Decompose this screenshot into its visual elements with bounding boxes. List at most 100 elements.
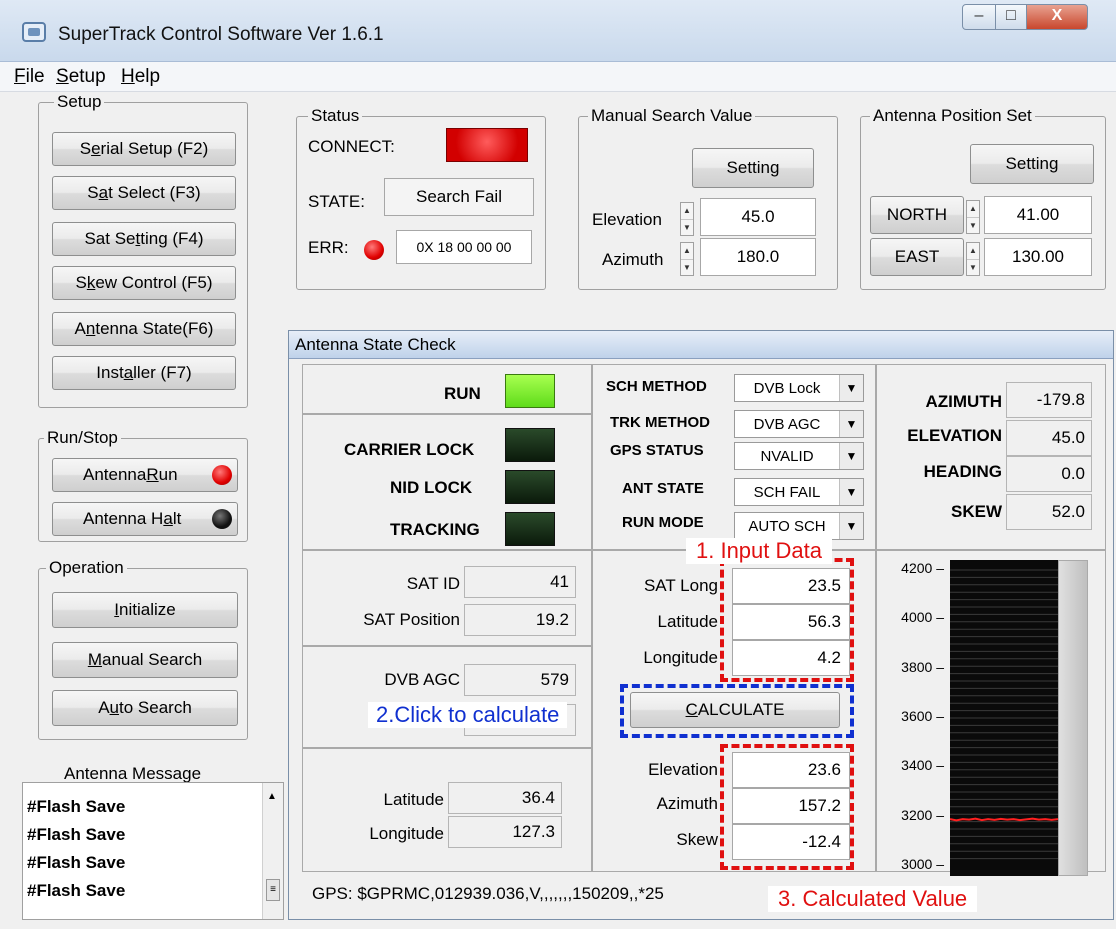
list-item: #Flash Save (27, 797, 126, 816)
azimuth-spinner[interactable]: ▲ ▼ (680, 242, 694, 276)
err-value: 0X 18 00 00 00 (396, 230, 532, 264)
chevron-down-icon[interactable]: ▼ (839, 513, 863, 539)
list-item: #Flash Save (27, 881, 126, 900)
close-button[interactable]: X (1026, 4, 1088, 30)
sat-position-value: 19.2 (464, 604, 576, 636)
ant-state-label: ANT STATE (622, 480, 704, 497)
sat-select-button[interactable]: Sat Select (F3) (52, 176, 236, 210)
maximize-button[interactable]: □ (995, 4, 1027, 30)
menu-setup[interactable]: Setup (56, 66, 106, 88)
chevron-down-icon[interactable]: ▼ (839, 443, 863, 469)
run-led (505, 374, 555, 408)
scroll-up-icon[interactable]: ▲ (267, 791, 277, 802)
manual-search-setting-button[interactable]: Setting (692, 148, 814, 188)
gps-status-value: NVALID (760, 447, 814, 465)
latitude-value: 36.4 (448, 782, 562, 814)
sat-setting-button[interactable]: Sat Se t ting (F4) (52, 222, 236, 256)
elevation-input[interactable]: 45.0 (700, 198, 816, 236)
elevation-spinner[interactable]: ▲ ▼ (680, 202, 694, 236)
antenna-message-list[interactable]: #Flash Save #Flash Save #Flash Save #Fla… (22, 782, 284, 920)
message-scrollbar[interactable]: ▲ ≡ (262, 783, 283, 919)
heading-readout: 0.0 (1006, 456, 1092, 492)
menu-file[interactable]: File (14, 66, 45, 88)
installer-button[interactable]: Inst a ller (F7) (52, 356, 236, 390)
nid-lock-label: NID LOCK (390, 478, 473, 497)
antenna-halt-button[interactable]: Antenna Ha lt (52, 502, 238, 536)
spin-up-icon[interactable]: ▲ (967, 201, 979, 218)
antenna-state-button[interactable]: An tenna State(F6) (52, 312, 236, 346)
trk-method-value: DVB AGC (753, 415, 821, 433)
initialize-button[interactable]: Initialize (52, 592, 238, 628)
north-spinner[interactable]: ▲ ▼ (966, 200, 980, 234)
state-value: Search Fail (384, 178, 534, 216)
sch-method-select[interactable]: DVB Lock ▼ (734, 374, 864, 402)
nid-lock-led (505, 470, 555, 504)
chevron-down-icon[interactable]: ▼ (839, 375, 863, 401)
app-icon (22, 22, 46, 42)
antenna-position-setting-button[interactable]: Setting (970, 144, 1094, 184)
carrier-lock-label: CARRIER LOCK (344, 440, 475, 459)
north-button[interactable]: NORTH (870, 196, 964, 234)
east-button[interactable]: EAST (870, 238, 964, 276)
spin-down-icon[interactable]: ▼ (681, 260, 693, 276)
err-indicator-icon (364, 240, 384, 260)
chart-y-tick-label: 3400 – (901, 757, 944, 774)
manual-search-button[interactable]: Manual Search (52, 642, 238, 678)
east-input[interactable]: 130.00 (984, 238, 1092, 276)
halt-indicator-icon (212, 509, 232, 529)
run-mode-label: RUN MODE (622, 514, 704, 531)
ant-state-select[interactable]: SCH FAIL ▼ (734, 478, 864, 506)
antenna-run-button[interactable]: Antenna Run (52, 458, 238, 492)
longitude-value: 127.3 (448, 816, 562, 848)
tracking-label: TRACKING (390, 520, 480, 539)
azimuth-input[interactable]: 180.0 (700, 238, 816, 276)
run-stop-legend: Run/Stop (44, 428, 121, 448)
gps-status-select[interactable]: NVALID ▼ (734, 442, 864, 470)
chevron-down-icon[interactable]: ▼ (839, 411, 863, 437)
gps-status-label: GPS STATUS (610, 442, 704, 459)
status-legend: Status (308, 106, 363, 126)
spin-up-icon[interactable]: ▲ (681, 243, 693, 260)
dvb-agc-label: DVB AGC (384, 670, 460, 689)
chart-scrollbar[interactable] (1058, 560, 1088, 876)
skew-output-label: Skew (676, 830, 718, 849)
antenna-state-check-title: Antenna State Check (289, 331, 1113, 359)
trk-method-select[interactable]: DVB AGC ▼ (734, 410, 864, 438)
azimuth-readout-label: AZIMUTH (925, 392, 1002, 411)
input-data-highlight (720, 558, 854, 682)
spin-up-icon[interactable]: ▲ (681, 203, 693, 220)
state-label: STATE: (308, 192, 365, 211)
menu-help[interactable]: Help (121, 66, 160, 88)
list-item: #Flash Save (27, 853, 126, 872)
chart-y-tick-label: 3000 – (901, 856, 944, 872)
spin-down-icon[interactable]: ▼ (681, 220, 693, 236)
serial-setup-button[interactable]: Se rial Setup (F2) (52, 132, 236, 166)
antenna-message-title: Antenna Message (64, 764, 202, 783)
sat-long-input-label: SAT Long (643, 576, 718, 595)
spin-down-icon[interactable]: ▼ (967, 218, 979, 234)
calculated-value-annotation: 3. Calculated Value (768, 886, 978, 912)
signal-chart-svg (950, 569, 1058, 860)
run-mode-select[interactable]: AUTO SCH ▼ (734, 512, 864, 540)
sat-position-label: SAT Position (363, 610, 460, 629)
run-label: RUN (444, 384, 481, 403)
longitude-label: Longitude (369, 824, 444, 843)
connect-led (446, 128, 528, 162)
chevron-down-icon[interactable]: ▼ (839, 479, 863, 505)
spin-down-icon[interactable]: ▼ (967, 260, 979, 276)
latitude-label: Latitude (383, 790, 445, 809)
signal-series-line (950, 817, 1058, 822)
east-spinner[interactable]: ▲ ▼ (966, 242, 980, 276)
sat-id-label: SAT ID (406, 574, 460, 593)
minimize-button[interactable]: – (962, 4, 996, 30)
scroll-thumb[interactable]: ≡ (266, 879, 280, 901)
skew-control-button[interactable]: Sk ew Control (F5) (52, 266, 236, 300)
north-input[interactable]: 41.00 (984, 196, 1092, 234)
spin-up-icon[interactable]: ▲ (967, 243, 979, 260)
list-item: #Flash Save (27, 825, 126, 844)
heading-readout-label: HEADING (923, 462, 1002, 481)
auto-search-button[interactable]: Au to Search (52, 690, 238, 726)
calculated-value-highlight (720, 744, 854, 870)
skew-readout: 52.0 (1006, 494, 1092, 530)
skew-readout-label: SKEW (951, 502, 1002, 521)
